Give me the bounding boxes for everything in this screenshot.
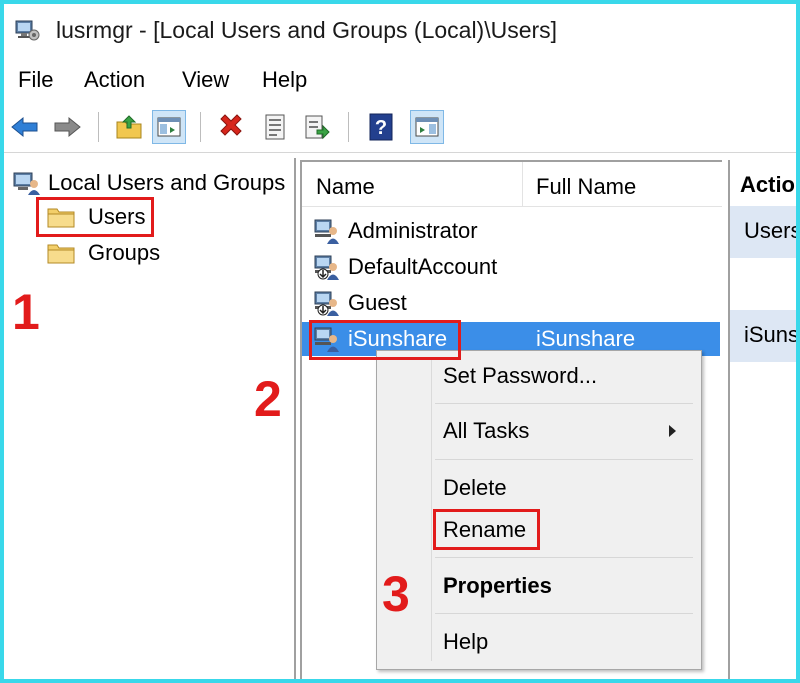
show-hide-action-pane-button[interactable]: [410, 110, 444, 144]
actions-section-user[interactable]: iSuns: [730, 310, 798, 362]
menu-separator: [435, 459, 693, 460]
menu-item-delete[interactable]: Delete: [443, 475, 507, 501]
actions-section-users[interactable]: Users: [730, 206, 798, 258]
column-header-full-name[interactable]: Full Name: [536, 174, 636, 200]
toolbar-separator: [98, 112, 99, 142]
submenu-arrow-icon: [669, 425, 676, 437]
menu-item-help[interactable]: Help: [443, 629, 488, 655]
user-name: Administrator: [348, 218, 478, 243]
help-icon: ?: [369, 113, 393, 141]
folder-icon: [47, 208, 75, 228]
title-bar: lusrmgr - [Local Users and Groups (Local…: [4, 4, 796, 56]
menu-separator: [435, 613, 693, 614]
delete-button[interactable]: [214, 110, 248, 144]
export-list-icon: [305, 115, 330, 140]
actions-pane: Actio Users iSuns: [728, 160, 798, 679]
user-icon: [314, 327, 339, 352]
delete-icon: [220, 114, 242, 136]
help-button[interactable]: ?: [364, 110, 398, 144]
forward-arrow-icon: [54, 116, 81, 138]
tree-item-groups[interactable]: Groups: [46, 238, 160, 268]
step-number-1: 1: [12, 284, 40, 340]
folder-icon: [47, 244, 75, 264]
step-number-2: 2: [254, 371, 282, 427]
properties-button[interactable]: [258, 110, 292, 144]
svg-text:?: ?: [375, 117, 387, 139]
user-row-defaultaccount[interactable]: DefaultAccount: [302, 250, 720, 284]
column-divider[interactable]: [522, 162, 523, 206]
up-folder-icon: [116, 115, 142, 139]
menu-item-set-password[interactable]: Set Password...: [443, 363, 597, 389]
tree-item-users[interactable]: Users: [46, 202, 145, 232]
menu-separator: [435, 557, 693, 558]
properties-icon: [265, 114, 285, 140]
actions-title: Actio: [740, 172, 795, 197]
toolbar-separator: [200, 112, 201, 142]
user-icon: [314, 219, 339, 244]
user-row-guest[interactable]: Guest: [302, 286, 720, 320]
back-arrow-icon: [11, 116, 38, 138]
console-tree: Local Users and Groups Users Groups: [4, 158, 296, 679]
list-header: Name Full Name: [302, 162, 722, 207]
user-name: Guest: [348, 290, 407, 315]
tree-root-label: Local Users and Groups: [48, 170, 286, 195]
user-row-administrator[interactable]: Administrator: [302, 214, 720, 248]
computer-user-icon: [13, 172, 40, 195]
up-one-level-button[interactable]: [112, 110, 146, 144]
disabled-user-icon: [314, 291, 339, 316]
actions-section-label: Users: [744, 218, 798, 243]
menu-help[interactable]: Help: [262, 67, 307, 93]
export-list-button[interactable]: [300, 110, 334, 144]
show-hide-console-tree-button[interactable]: [152, 110, 186, 144]
menu-file[interactable]: File: [18, 67, 53, 93]
window-title: lusrmgr - [Local Users and Groups (Local…: [56, 17, 558, 43]
tree-root-local-users-and-groups[interactable]: Local Users and Groups: [12, 168, 285, 198]
user-name: DefaultAccount: [348, 254, 498, 279]
disabled-user-icon: [314, 255, 339, 280]
menu-item-all-tasks[interactable]: All Tasks: [443, 418, 529, 444]
menu-separator: [435, 403, 693, 404]
step-number-3: 3: [382, 566, 410, 622]
show-hide-console-tree-icon: [157, 117, 181, 137]
tree-item-label: Users: [88, 204, 146, 229]
user-name: iSunshare: [348, 326, 448, 351]
tree-item-label: Groups: [88, 240, 161, 265]
show-hide-action-pane-icon: [415, 117, 439, 137]
computer-management-icon: [15, 20, 40, 41]
toolbar-separator: [348, 112, 349, 142]
user-full-name: iSunshare: [536, 326, 636, 351]
forward-button[interactable]: [50, 110, 84, 144]
menu-view[interactable]: View: [182, 67, 229, 93]
column-header-name[interactable]: Name: [316, 174, 375, 200]
menu-item-rename[interactable]: Rename: [443, 517, 526, 543]
toolbar: ?: [4, 104, 796, 153]
menu-action[interactable]: Action: [84, 67, 145, 93]
back-button[interactable]: [8, 110, 42, 144]
menu-item-properties[interactable]: Properties: [443, 573, 552, 599]
actions-section-label: iSuns: [744, 322, 798, 347]
context-menu-gutter: [431, 357, 432, 661]
context-menu: Set Password... All Tasks Delete Rename …: [376, 350, 702, 670]
menu-bar: File Action View Help: [4, 58, 796, 102]
